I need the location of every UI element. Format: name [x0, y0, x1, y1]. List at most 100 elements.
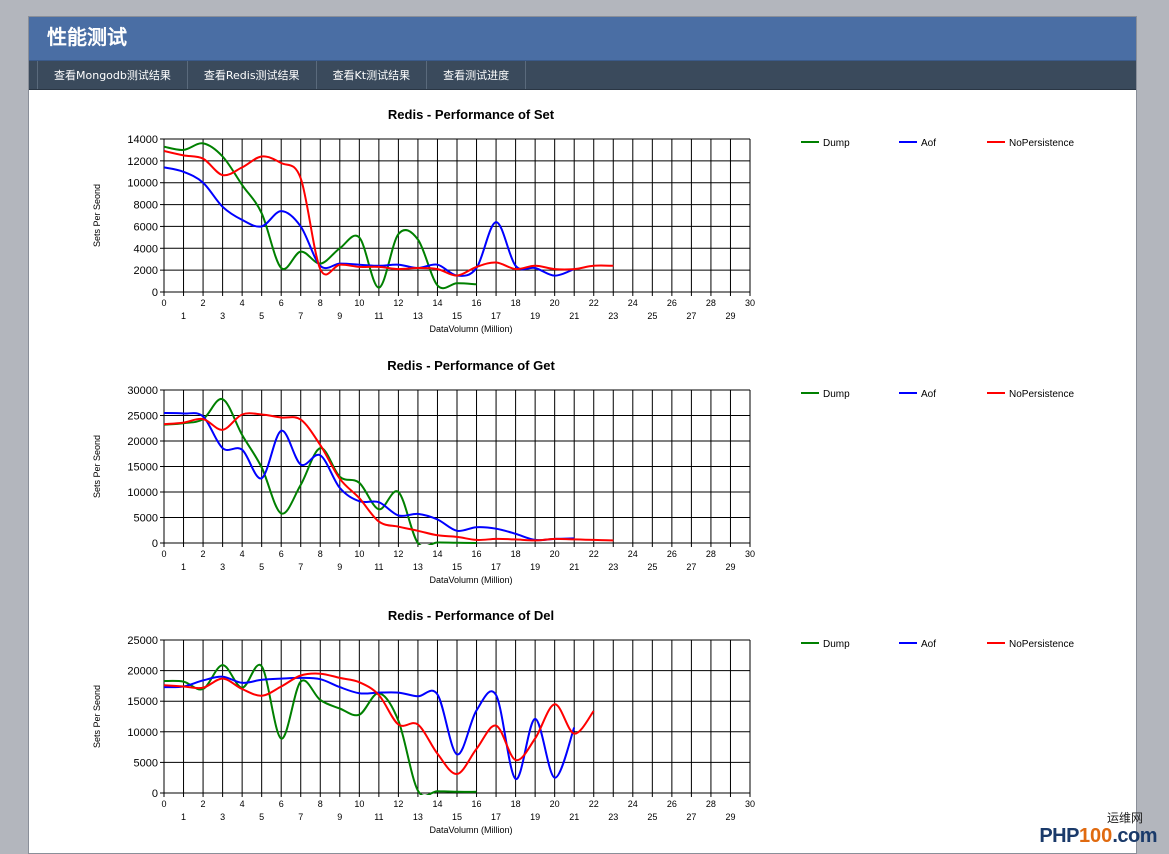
legend-label-aof: Aof: [921, 389, 936, 400]
x-tick-label: 27: [686, 812, 696, 822]
x-tick-label: 1: [181, 562, 186, 572]
y-tick-label: 6000: [134, 221, 158, 233]
x-tick-label: 6: [279, 549, 284, 559]
y-tick-label: 12000: [127, 156, 158, 168]
x-tick-label: 5: [259, 562, 264, 572]
x-tick-label: 30: [745, 549, 755, 559]
x-tick-label: 25: [647, 311, 657, 321]
x-tick-label: 21: [569, 812, 579, 822]
x-tick-label: 2: [201, 298, 206, 308]
x-tick-label: 12: [393, 549, 403, 559]
chart-panel-1: Redis - Performance of Set 0 2000 4000 6000 8…: [92, 107, 1074, 334]
x-tick-label: 9: [337, 311, 342, 321]
x-tick-label: 14: [432, 799, 442, 809]
x-tick-label: 11: [374, 311, 383, 321]
x-tick-label: 11: [374, 562, 383, 572]
x-axis-label: DataVolumn (Million): [429, 825, 512, 835]
y-tick-label: 4000: [134, 243, 158, 255]
charts-svg: Redis - Performance of Set 0 20 0 0 4000 6000 8…: [92, 107, 1074, 835]
x-tick-label: 8: [318, 799, 323, 809]
y-tick-label: 25000: [127, 635, 158, 647]
x-tick-label: 4: [240, 549, 245, 559]
x-tick-label: 20: [550, 549, 560, 559]
x-tick-label: 7: [298, 812, 303, 822]
x-tick-label: 3: [220, 311, 225, 321]
series-line-aof: [164, 411, 575, 542]
x-tick-label: 4: [240, 298, 245, 308]
x-tick-label: 18: [511, 298, 521, 308]
y-tick-label: 0: [152, 287, 158, 299]
x-tick-label: 9: [337, 562, 342, 572]
y-tick-label: 10000: [127, 178, 158, 190]
x-tick-label: 14: [432, 549, 442, 559]
chart-title: Redis - Performance of Get: [387, 358, 555, 373]
x-tick-label: 0: [161, 549, 166, 559]
x-tick-label: 10: [354, 549, 364, 559]
x-tick-label: 9: [337, 812, 342, 822]
x-tick-label: 22: [589, 298, 599, 308]
x-tick-label: 24: [628, 298, 638, 308]
legend-label-dump: Dump: [823, 389, 850, 400]
x-tick-label: 18: [511, 549, 521, 559]
x-tick-label: 29: [725, 812, 735, 822]
x-tick-label: 23: [608, 562, 618, 572]
x-tick-label: 23: [608, 311, 618, 321]
x-tick-label: 29: [725, 311, 735, 321]
x-tick-label: 7: [298, 311, 303, 321]
x-tick-label: 23: [608, 812, 618, 822]
y-axis-label: Sets Per Seond: [92, 184, 102, 247]
y-tick-label: 0: [152, 788, 158, 800]
y-tick-label: 25000: [127, 411, 158, 423]
y-tick-label: 15000: [127, 696, 158, 708]
x-tick-label: 15: [452, 311, 462, 321]
y-tick-label: 10000: [127, 727, 158, 739]
x-tick-label: 16: [472, 298, 482, 308]
x-tick-label: 21: [569, 311, 579, 321]
y-tick-label: 20000: [127, 666, 158, 678]
x-tick-label: 26: [667, 549, 677, 559]
x-tick-label: 28: [706, 298, 716, 308]
chart-title: Redis - Performance of Set: [388, 107, 555, 122]
y-tick-label: 8000: [134, 200, 158, 212]
nav-kt-results[interactable]: 查看Kt测试结果: [317, 61, 428, 89]
nav-bar: 查看Mongodb测试结果 查看Redis测试结果 查看Kt测试结果 查看测试进…: [29, 61, 1136, 90]
series-line-aof: [164, 675, 576, 780]
y-tick-label: 10000: [127, 487, 158, 499]
y-tick-label: 30000: [127, 385, 158, 397]
x-tick-label: 10: [354, 799, 364, 809]
x-tick-label: 25: [647, 562, 657, 572]
x-tick-label: 3: [220, 562, 225, 572]
x-tick-label: 11: [374, 812, 383, 822]
y-tick-label: 14000: [127, 134, 158, 146]
nav-mongodb-results[interactable]: 查看Mongodb测试结果: [37, 61, 188, 89]
legend-label-nopersistence: NoPersistence: [1009, 389, 1074, 400]
legend-label-aof: Aof: [921, 138, 936, 149]
x-tick-label: 30: [745, 298, 755, 308]
legend-label-dump: Dump: [823, 138, 850, 149]
x-tick-label: 7: [298, 562, 303, 572]
page-header: 性能测试: [29, 17, 1136, 61]
chart-panel-3: Redis - Performance of Del 0 5000 10000 1500…: [92, 608, 1074, 835]
y-tick-label: 5000: [134, 757, 158, 769]
x-tick-label: 13: [413, 311, 423, 321]
x-tick-label: 22: [589, 799, 599, 809]
y-axis-label: Sets Per Seond: [92, 685, 102, 748]
x-tick-label: 27: [686, 311, 696, 321]
x-tick-label: 25: [647, 812, 657, 822]
x-tick-label: 3: [220, 812, 225, 822]
watermark-suffix-text: .com: [1112, 825, 1157, 847]
x-tick-label: 18: [511, 799, 521, 809]
x-tick-label: 15: [452, 812, 462, 822]
x-tick-label: 29: [725, 562, 735, 572]
x-tick-label: 28: [706, 799, 716, 809]
nav-test-progress[interactable]: 查看测试进度: [427, 61, 527, 89]
x-tick-label: 20: [550, 799, 560, 809]
x-tick-label: 12: [393, 298, 403, 308]
page-title: 性能测试: [47, 25, 127, 49]
x-tick-label: 1: [181, 812, 186, 822]
x-tick-label: 1: [181, 311, 186, 321]
x-tick-label: 28: [706, 549, 716, 559]
x-tick-label: 14: [432, 298, 442, 308]
nav-redis-results[interactable]: 查看Redis测试结果: [188, 61, 317, 89]
x-tick-label: 13: [413, 562, 423, 572]
